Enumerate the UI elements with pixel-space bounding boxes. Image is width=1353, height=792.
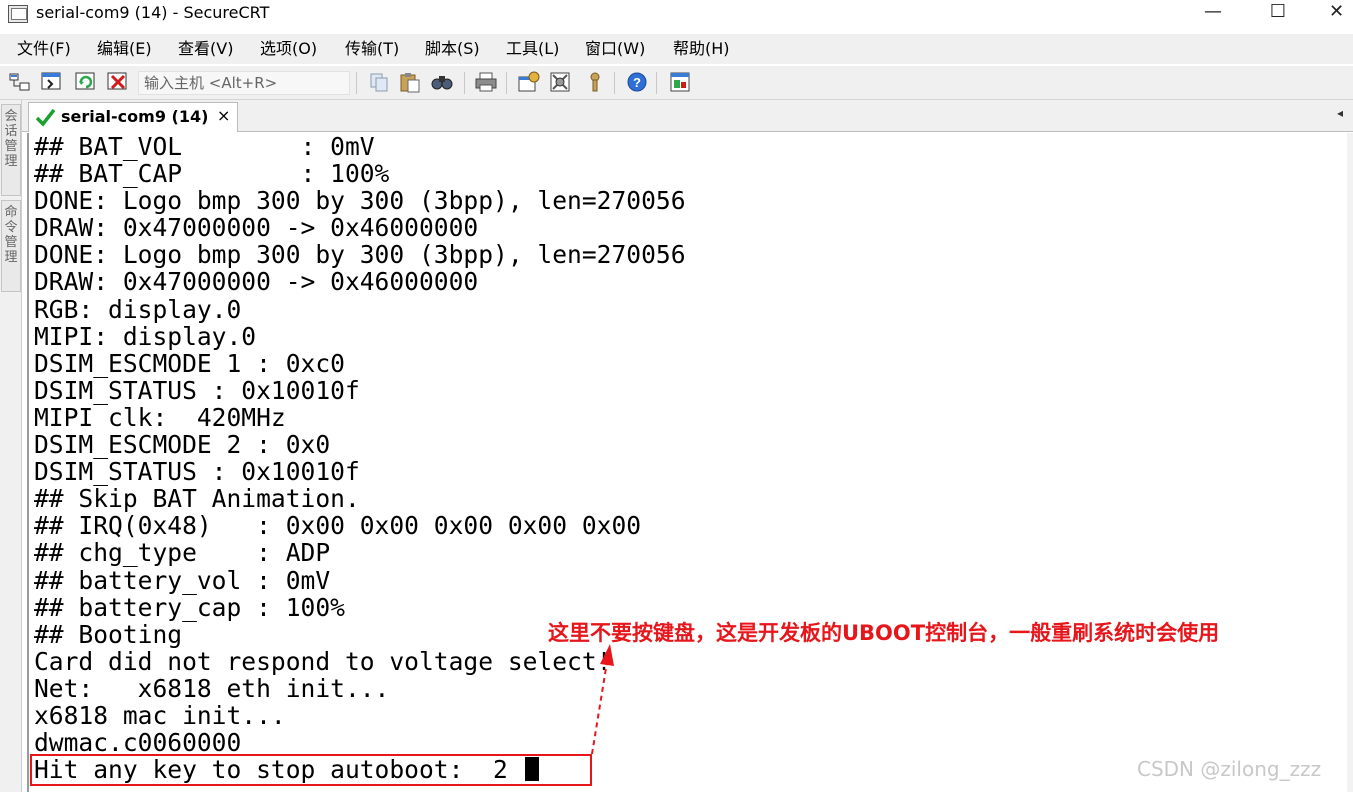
terminal-line: MIPI clk: 420MHz	[34, 402, 286, 432]
menu-window[interactable]: 窗口(W)	[585, 38, 645, 60]
disconnect-icon[interactable]	[106, 71, 130, 93]
terminal-line: DSIM_STATUS : 0x10010f	[34, 375, 360, 405]
tab-scroll-left-icon[interactable]: ◂	[1337, 106, 1343, 120]
securecrt-app-icon[interactable]	[8, 5, 28, 23]
terminal-line: ## BAT_CAP : 100%	[34, 159, 390, 189]
keymap-icon[interactable]	[583, 71, 607, 93]
terminal-line: ## chg_type : ADP	[34, 538, 331, 568]
menu-bar: 文件(F) 编辑(E) 查看(V) 选项(O) 传输(T) 脚本(S) 工具(L…	[0, 34, 1353, 64]
host-input[interactable]: 输入主机 <Alt+R>	[138, 71, 350, 95]
copy-icon[interactable]	[368, 71, 392, 93]
autoboot-highlight-box	[30, 754, 592, 786]
menu-edit[interactable]: 编辑(E)	[97, 38, 152, 60]
menu-view[interactable]: 查看(V)	[178, 38, 233, 60]
terminal-line: ## Skip BAT Animation.	[34, 484, 360, 514]
terminal-line: DSIM_ESCMODE 2 : 0x0	[34, 430, 331, 460]
toolbar-separator	[356, 72, 357, 94]
session-tab-strip: serial-com9 (14) × ◂	[22, 100, 1353, 132]
menu-transfer[interactable]: 传输(T)	[345, 38, 399, 60]
annotation-note: 这里不要按键盘，这是开发板的UBOOT控制台，一般重刷系统时会使用	[548, 621, 1220, 645]
reconnect-icon[interactable]	[74, 71, 98, 93]
terminal-line: DSIM_ESCMODE 1 : 0xc0	[34, 348, 345, 378]
menu-help[interactable]: 帮助(H)	[673, 38, 730, 60]
toolbar-separator	[614, 72, 615, 94]
toolbar-separator	[506, 72, 507, 94]
print-icon[interactable]	[474, 71, 498, 93]
close-window-button[interactable]: ✕	[1320, 0, 1353, 26]
terminal-line: DONE: Logo bmp 300 by 300 (3bpp), len=27…	[34, 240, 686, 270]
sftp-icon[interactable]	[668, 71, 692, 93]
toolbar: 输入主机 <Alt+R> ?	[0, 66, 1353, 100]
terminal-line: DRAW: 0x47000000 -> 0x46000000	[34, 213, 479, 243]
connect-bar-icon[interactable]	[8, 71, 32, 93]
terminal-line: ## IRQ(0x48) : 0x00 0x00 0x00 0x00 0x00	[34, 511, 642, 541]
menu-options[interactable]: 选项(O)	[260, 38, 317, 60]
paste-icon[interactable]	[398, 71, 422, 93]
find-icon[interactable]	[430, 71, 454, 93]
toolbar-separator	[464, 72, 465, 94]
quick-connect-icon[interactable]	[40, 71, 64, 93]
terminal-scrollbar[interactable]	[1347, 133, 1353, 792]
toolbar-separator	[656, 72, 657, 94]
minimize-button[interactable]: —	[1190, 0, 1236, 26]
terminal-line: RGB: display.0	[34, 294, 242, 324]
svg-text:?: ?	[633, 75, 641, 90]
csdn-watermark: CSDN @zilong_zzz	[1137, 757, 1322, 781]
session-manager-tab[interactable]: 会话管理	[1, 104, 21, 196]
terminal-line: ## battery_vol : 0mV	[34, 565, 331, 595]
session-tab-label: serial-com9 (14)	[61, 107, 209, 126]
window-title: serial-com9 (14) - SecureCRT	[36, 3, 270, 22]
terminal-line: DRAW: 0x47000000 -> 0x46000000	[34, 267, 479, 297]
session-tab[interactable]: serial-com9 (14) ×	[28, 102, 238, 132]
title-bar: serial-com9 (14) - SecureCRT — ☐ ✕	[0, 0, 1353, 28]
menu-script[interactable]: 脚本(S)	[425, 38, 480, 60]
terminal-line: ## battery_cap : 100%	[34, 592, 345, 622]
side-panel: 会话管理 命令管理	[0, 100, 22, 792]
terminal-output[interactable]: ## BAT_VOL : 0mV ## BAT_CAP : 100% DONE:…	[27, 133, 1353, 792]
tab-close-button[interactable]: ×	[217, 106, 230, 126]
menu-tools[interactable]: 工具(L)	[506, 38, 559, 60]
command-manager-tab[interactable]: 命令管理	[1, 200, 21, 292]
connected-check-icon	[35, 107, 56, 127]
terminal-line: DSIM_STATUS : 0x10010f	[34, 457, 360, 487]
help-icon[interactable]: ?	[625, 71, 649, 93]
menu-file[interactable]: 文件(F)	[17, 38, 71, 60]
annotation-arrow	[591, 644, 614, 755]
session-options-icon[interactable]	[517, 71, 541, 93]
global-options-icon[interactable]	[549, 71, 573, 93]
terminal-line: MIPI: display.0	[34, 321, 257, 351]
maximize-button[interactable]: ☐	[1255, 0, 1301, 26]
terminal-line: ## BAT_VOL : 0mV	[34, 133, 375, 161]
terminal-line: DONE: Logo bmp 300 by 300 (3bpp), len=27…	[34, 186, 686, 216]
